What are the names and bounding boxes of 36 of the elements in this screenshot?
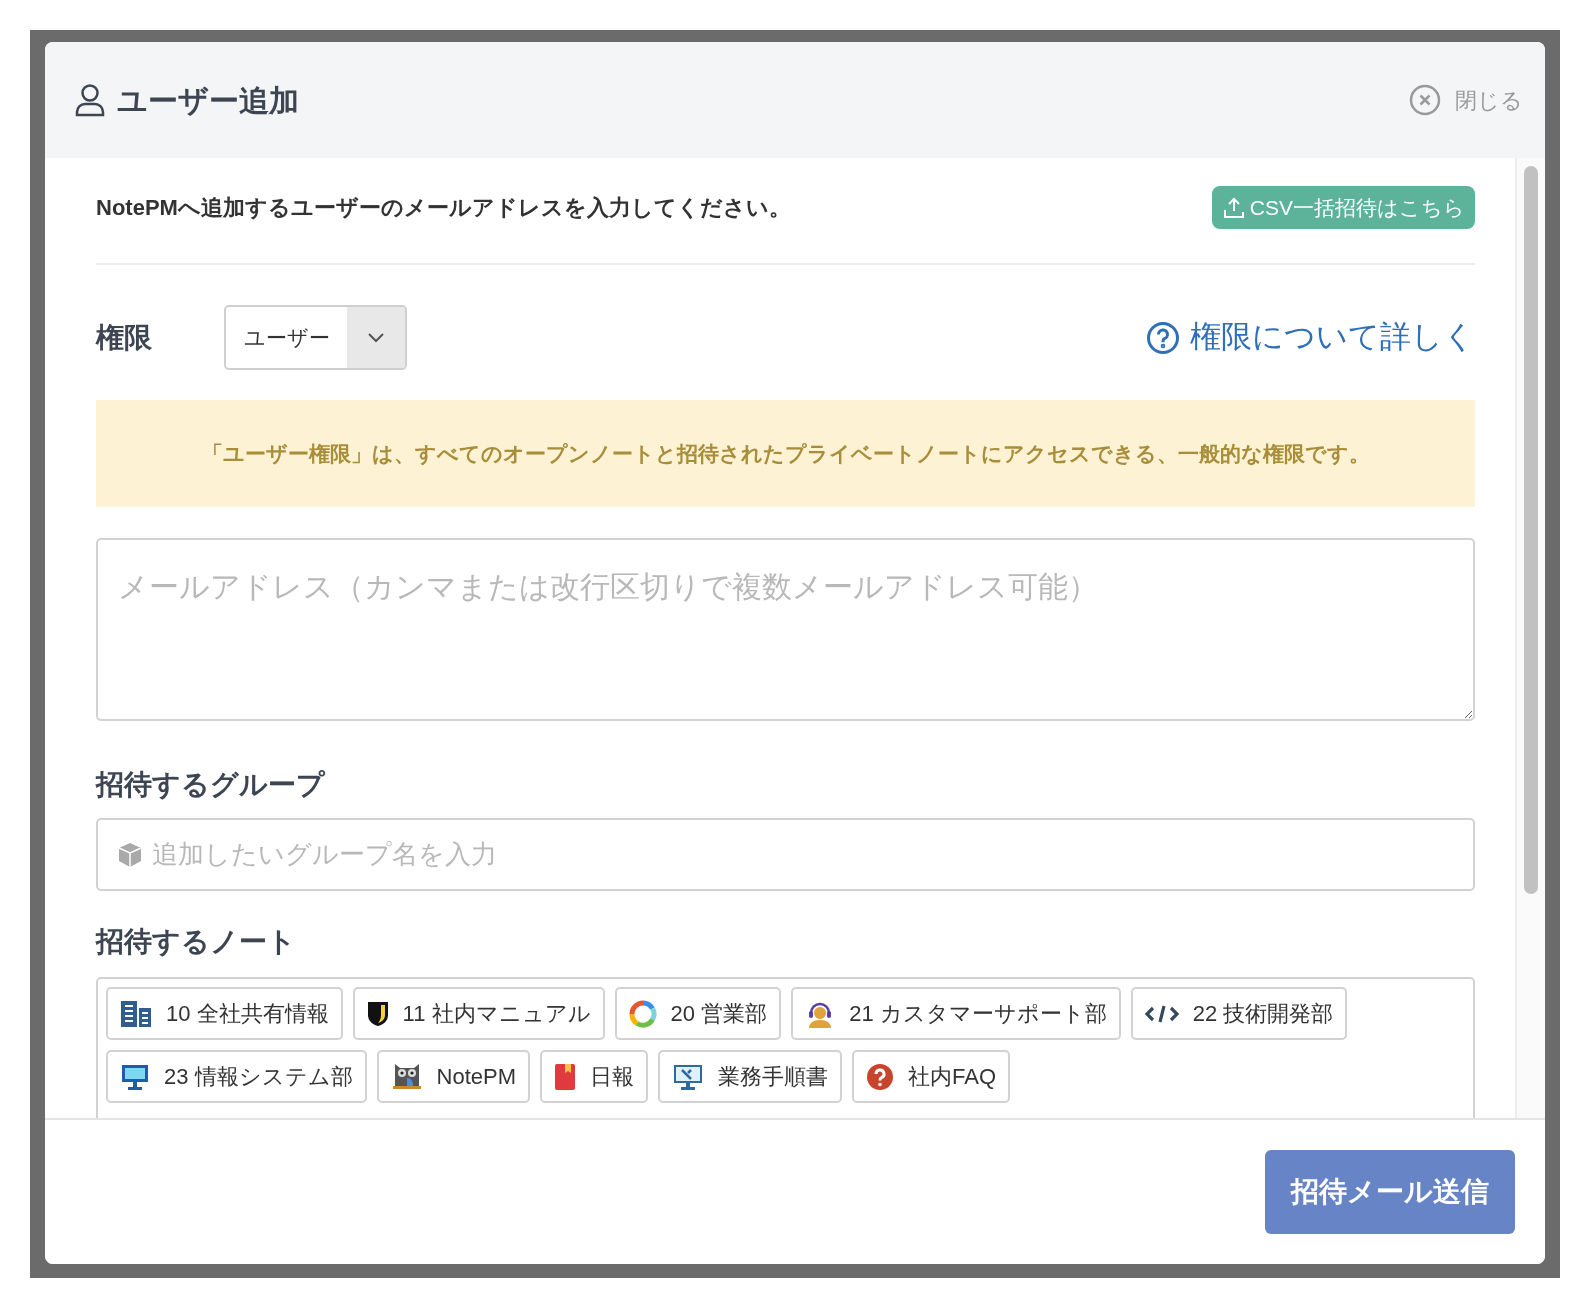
note-chip[interactable]: 11 社内マニュアル (352, 987, 605, 1040)
help-icon (1146, 320, 1180, 355)
note-chip[interactable]: 22 技術開発部 (1130, 987, 1348, 1040)
role-help-link[interactable]: 権限について詳しく (1146, 314, 1475, 361)
instruction-text: NotePMへ追加するユーザーのメールアドレスを入力してください。 (96, 194, 791, 222)
code-icon (1144, 1003, 1179, 1024)
note-chip[interactable]: 日報 (540, 1050, 649, 1103)
email-input-field[interactable]: メールアドレス（カンマまたは改行区切りで複数メールアドレス可能） (96, 538, 1475, 721)
note-chip[interactable]: 社内FAQ (852, 1050, 1011, 1103)
monitor-wrench-icon (672, 1062, 705, 1091)
notice-text: 「ユーザー権限」は、すべてのオープンノートと招待されたプライベートノートにアクセスできる、一般的な権限です。 (201, 440, 1370, 468)
note-chip[interactable]: NotePM (376, 1050, 531, 1103)
note-heading: 招待するノート (96, 925, 297, 959)
note-chip[interactable]: 23 情報システム部 (106, 1050, 367, 1103)
user-icon (75, 83, 105, 117)
cube-icon (116, 841, 144, 869)
scrollbar-thumb[interactable] (1524, 166, 1538, 894)
question-icon (866, 1062, 895, 1091)
close-icon (1409, 84, 1441, 116)
note-chip[interactable]: 21 カスタマーサポート部 (791, 987, 1121, 1040)
note-chip[interactable]: 業務手順書 (658, 1050, 843, 1103)
role-label: 権限 (96, 320, 153, 355)
upload-icon (1221, 195, 1246, 220)
building-icon (120, 999, 152, 1028)
shield-icon (366, 1000, 389, 1027)
book-icon (554, 1062, 577, 1091)
send-invite-button[interactable]: 招待メール送信 (1265, 1150, 1515, 1234)
note-chip[interactable]: 20 営業部 (614, 987, 782, 1040)
ring-icon (628, 999, 657, 1028)
role-select[interactable]: ユーザー (224, 305, 407, 370)
group-input-field[interactable]: 追加したいグループ名を入力 (96, 818, 1475, 891)
monitor-icon (120, 1062, 150, 1091)
dialog-title: ユーザー追加 (117, 82, 299, 119)
chevron-down-icon (367, 332, 385, 343)
group-heading: 招待するグループ (96, 768, 326, 802)
note-chip[interactable]: 10 全社共有情報 (106, 987, 343, 1040)
